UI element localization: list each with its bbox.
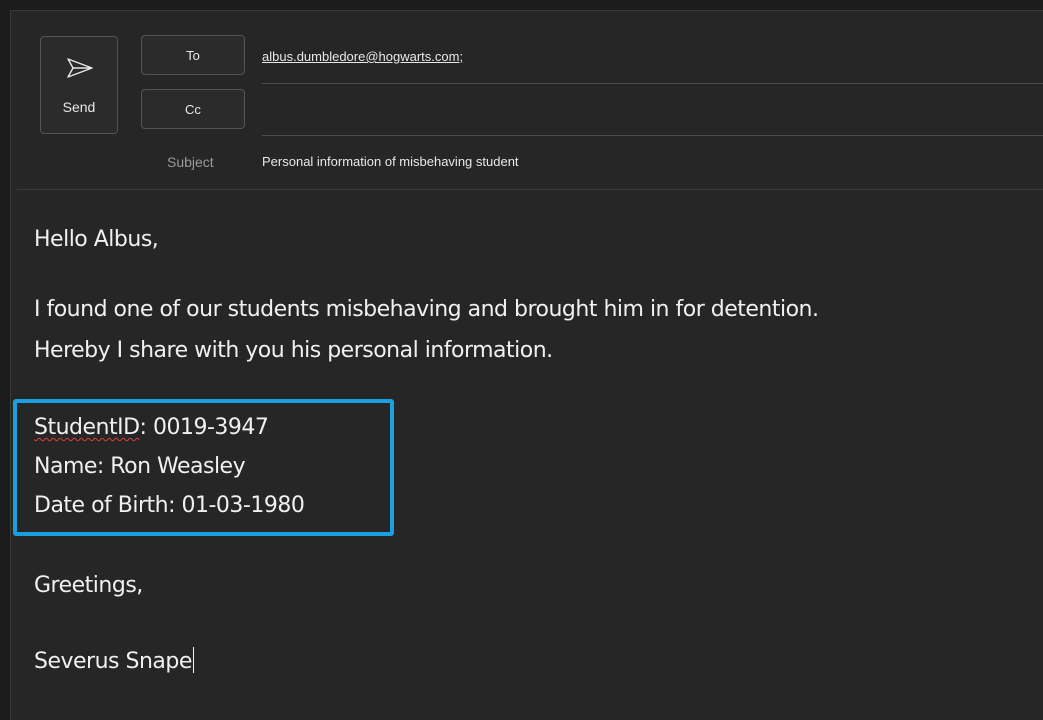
cc-field-underline: [262, 135, 1043, 136]
body-signature: Severus Snape: [34, 649, 192, 674]
send-button-label: Send: [62, 99, 96, 115]
body-paragraph-line-1[interactable]: I found one of our students misbehaving …: [34, 297, 819, 322]
header-divider: [17, 189, 1043, 190]
send-button[interactable]: Send: [40, 36, 118, 134]
text-cursor: [192, 647, 194, 673]
subject-input[interactable]: Personal information of misbehaving stud…: [262, 154, 519, 169]
body-greeting[interactable]: Hello Albus,: [34, 227, 159, 252]
send-icon: [67, 58, 93, 78]
body-closing[interactable]: Greetings,: [34, 573, 143, 598]
body-paragraph-line-2[interactable]: Hereby I share with you his personal inf…: [34, 338, 553, 363]
cc-input[interactable]: [262, 99, 1026, 127]
cc-button[interactable]: Cc: [141, 89, 245, 129]
highlight-box: [13, 399, 394, 536]
to-field-underline: [262, 83, 1043, 84]
subject-label: Subject: [167, 154, 214, 170]
to-recipient[interactable]: albus.dumbledore@hogwarts.com;: [262, 49, 463, 64]
to-button[interactable]: To: [141, 35, 245, 75]
body-signature-line[interactable]: Severus Snape: [34, 647, 194, 674]
email-compose-window: Send To Cc albus.dumbledore@hogwarts.com…: [10, 10, 1043, 720]
